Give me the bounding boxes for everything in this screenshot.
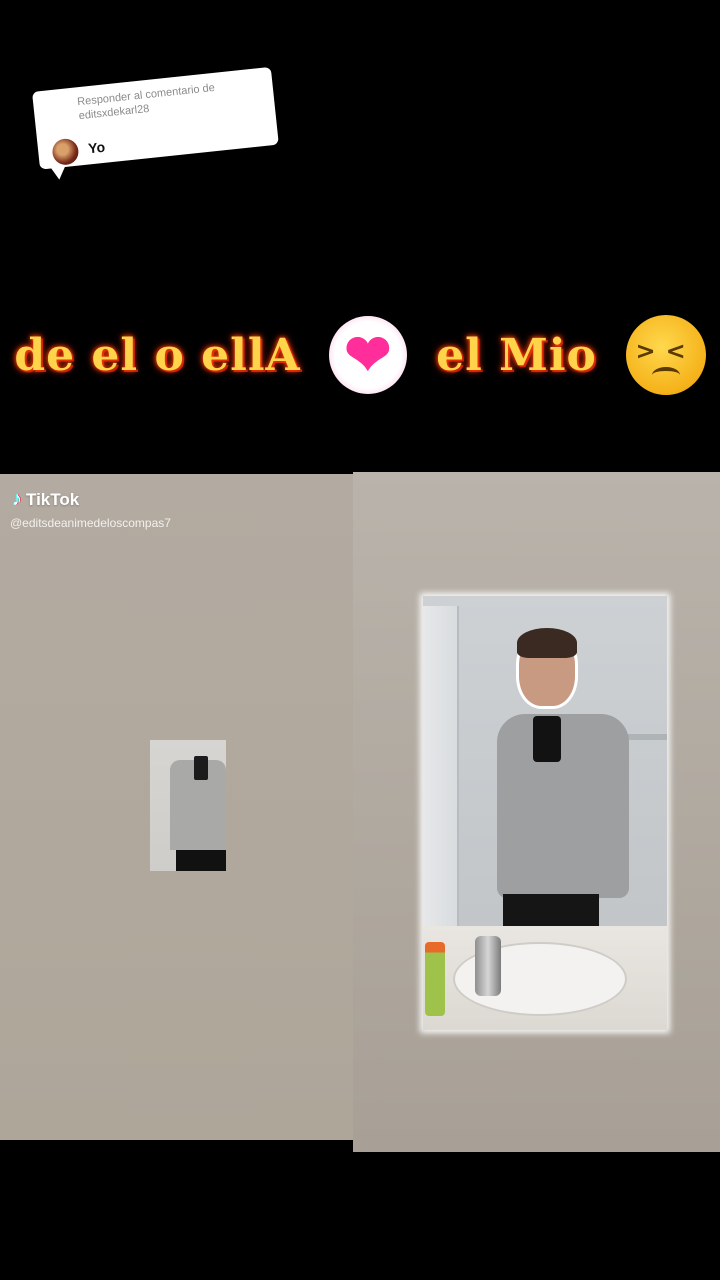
caption-part-2: el Mio bbox=[436, 329, 597, 381]
reply-comment-sticker[interactable]: Responder al comentario de editsxdekarl2… bbox=[32, 66, 279, 170]
reply-comment-text: Yo bbox=[87, 138, 106, 157]
persevering-face-icon: >< bbox=[625, 315, 706, 395]
right-video-panel bbox=[353, 472, 720, 1152]
person-sweater bbox=[497, 714, 629, 898]
growing-heart-icon: ❤ bbox=[329, 316, 408, 394]
video-caption: de el o ellA ❤ el Mio >< bbox=[0, 310, 720, 400]
phone-in-hand bbox=[533, 716, 561, 762]
person-hair bbox=[517, 628, 577, 658]
faucet bbox=[475, 936, 501, 996]
left-video-panel: ♪ TikTok @editsdeanimedeloscompas7 bbox=[0, 474, 376, 1140]
caption-part-1: de el o ellA bbox=[14, 329, 301, 381]
commenter-avatar bbox=[51, 137, 80, 167]
mirror-selfie-photo bbox=[423, 596, 667, 1030]
bathroom-door bbox=[423, 606, 459, 926]
small-mirror-photo bbox=[150, 740, 226, 871]
soap-bottle bbox=[425, 942, 445, 1016]
mini-phone bbox=[194, 756, 208, 780]
creator-handle: @editsdeanimedeloscompas7 bbox=[10, 516, 171, 530]
tiktok-brand-text: TikTok bbox=[26, 489, 80, 509]
reply-header: Responder al comentario de editsxdekarl2… bbox=[76, 81, 216, 123]
tiktok-logo-icon: ♪ bbox=[12, 488, 22, 510]
tiktok-watermark: ♪ TikTok bbox=[12, 488, 79, 511]
mini-person-pants bbox=[176, 850, 226, 871]
